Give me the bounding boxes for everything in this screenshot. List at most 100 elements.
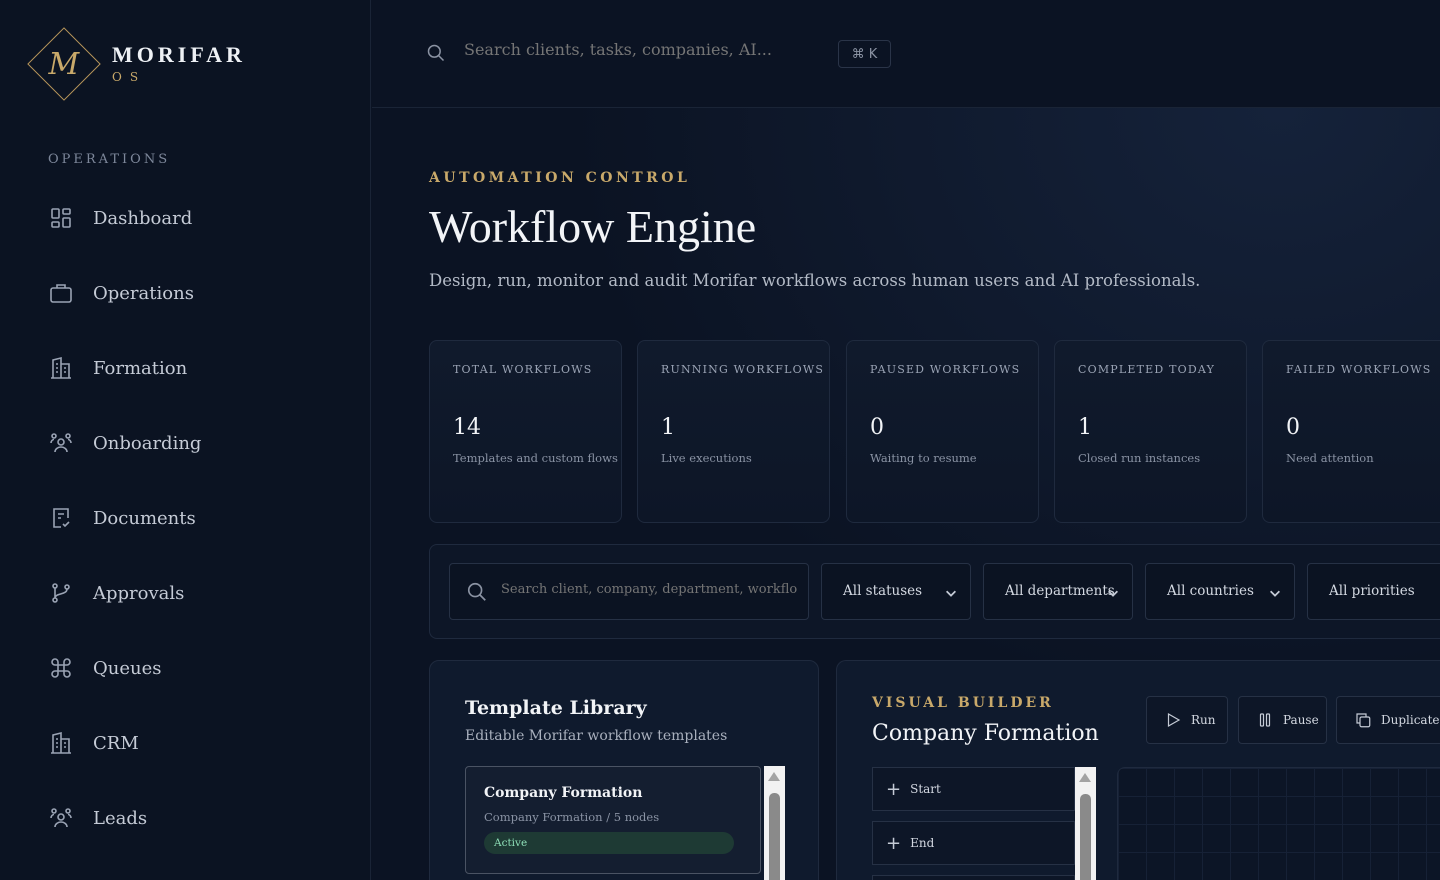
stat-desc: Waiting to resume [870, 451, 977, 465]
sidebar-item-label: Queues [93, 657, 162, 679]
users-icon [48, 805, 74, 831]
plus-icon: + [886, 832, 902, 854]
stat-label: TOTAL WORKFLOWS [453, 363, 593, 376]
department-select-value: All departments [1005, 583, 1115, 599]
template-library-card: Template Library Editable Morifar workfl… [429, 660, 819, 880]
stat-card-failed: FAILED WORKFLOWS 0 Need attention [1262, 340, 1440, 523]
sidebar-item-dashboard[interactable]: Dashboard [48, 198, 192, 238]
topbar: ⌘ K [372, 0, 1440, 108]
stat-card-running: RUNNING WORKFLOWS 1 Live executions [637, 340, 830, 523]
scroll-up-icon[interactable] [1079, 773, 1091, 782]
logo-monogram: M [48, 46, 80, 82]
duplicate-button[interactable]: Duplicate [1336, 696, 1440, 744]
document-check-icon [48, 505, 74, 531]
sidebar-item-leads[interactable]: Leads [48, 798, 147, 838]
pause-icon [1259, 713, 1271, 727]
nodes-scrollbar[interactable] [1075, 767, 1096, 880]
node-start[interactable]: + Start [872, 767, 1075, 811]
scroll-thumb[interactable] [769, 793, 780, 880]
template-name: Company Formation [484, 785, 643, 801]
sidebar-item-formation[interactable]: Formation [48, 348, 187, 388]
building-icon [48, 355, 74, 381]
nav-heading: OPERATIONS [48, 152, 171, 167]
briefcase-icon [48, 280, 74, 306]
node-end[interactable]: + End [872, 821, 1075, 865]
stat-label: FAILED WORKFLOWS [1286, 363, 1432, 376]
stat-desc: Live executions [661, 451, 752, 465]
sidebar-item-documents[interactable]: Documents [48, 498, 196, 538]
logo-mark: M [27, 27, 101, 101]
filter-search-input[interactable] [501, 582, 797, 597]
scroll-thumb[interactable] [1080, 794, 1091, 880]
sidebar-item-operations[interactable]: Operations [48, 273, 194, 313]
run-button[interactable]: Run [1146, 696, 1228, 744]
template-meta: Company Formation / 5 nodes [484, 810, 660, 824]
sidebar-item-label: Leads [93, 807, 148, 829]
stat-label: COMPLETED TODAY [1078, 363, 1216, 376]
pause-label: Pause [1283, 713, 1319, 727]
search-icon [467, 582, 486, 601]
sidebar-item-label: Dashboard [93, 207, 193, 229]
priority-select-value: All priorities [1329, 583, 1415, 599]
search-icon [426, 43, 446, 67]
country-select[interactable]: All countries [1145, 563, 1295, 620]
main-content: AUTOMATION CONTROL Workflow Engine Desig… [372, 108, 1440, 880]
stat-value: 0 [1286, 415, 1300, 440]
chevron-down-icon [1108, 590, 1118, 597]
status-badge: Active [484, 832, 734, 854]
stat-card-paused: PAUSED WORKFLOWS 0 Waiting to resume [846, 340, 1039, 523]
node-label: Start [910, 782, 941, 796]
sidebar-item-queues[interactable]: Queues [48, 648, 161, 688]
stat-label: PAUSED WORKFLOWS [870, 363, 1021, 376]
stat-card-total: TOTAL WORKFLOWS 14 Templates and custom … [429, 340, 622, 523]
stat-desc: Need attention [1286, 451, 1374, 465]
library-scrollbar[interactable] [764, 766, 785, 880]
play-icon [1167, 712, 1181, 728]
scroll-up-icon[interactable] [768, 772, 780, 781]
brand-logo[interactable]: M MORIFAR OS [27, 27, 246, 101]
country-select-value: All countries [1167, 583, 1254, 599]
sidebar-item-label: Approvals [93, 582, 185, 604]
library-subtitle: Editable Morifar workflow templates [465, 728, 728, 744]
sidebar-item-approvals[interactable]: Approvals [48, 573, 184, 613]
node-partial[interactable] [872, 875, 1075, 880]
dashboard-grid-icon [48, 205, 74, 231]
sidebar-item-label: Documents [93, 507, 196, 529]
sidebar-item-crm[interactable]: CRM [48, 723, 139, 763]
search-shortcut-badge: ⌘ K [838, 40, 891, 68]
library-title: Template Library [465, 697, 647, 719]
pause-button[interactable]: Pause [1238, 696, 1327, 744]
sidebar-item-label: Operations [93, 282, 194, 304]
building-icon [48, 730, 74, 756]
sidebar-item-label: Formation [93, 357, 188, 379]
template-item[interactable]: Company Formation Company Formation / 5 … [465, 766, 761, 874]
builder-title: Company Formation [872, 721, 1099, 746]
status-select[interactable]: All statuses [821, 563, 971, 620]
priority-select[interactable]: All priorities [1307, 563, 1440, 620]
copy-icon [1356, 713, 1371, 728]
global-search-input[interactable] [464, 40, 824, 59]
sidebar-item-label: CRM [93, 732, 139, 754]
builder-canvas[interactable] [1117, 767, 1440, 880]
stat-value: 0 [870, 415, 884, 440]
brand-sub: OS [112, 70, 147, 84]
plus-icon: + [886, 778, 902, 800]
page-eyebrow: AUTOMATION CONTROL [429, 170, 691, 186]
status-select-value: All statuses [843, 583, 923, 599]
stat-value: 1 [661, 415, 675, 440]
filter-bar: All statuses All departments All countri… [429, 544, 1440, 639]
sidebar: M MORIFAR OS OPERATIONS Dashboard Operat… [0, 0, 371, 880]
command-icon [48, 655, 74, 681]
stat-desc: Templates and custom flows [453, 451, 618, 465]
users-icon [48, 430, 74, 456]
stat-label: RUNNING WORKFLOWS [661, 363, 825, 376]
filter-search-box [449, 563, 809, 620]
page-subtitle: Design, run, monitor and audit Morifar w… [429, 271, 1201, 290]
sidebar-item-onboarding[interactable]: Onboarding [48, 423, 201, 463]
builder-eyebrow: VISUAL BUILDER [872, 695, 1054, 711]
department-select[interactable]: All departments [983, 563, 1133, 620]
sidebar-item-label: Onboarding [93, 432, 202, 454]
run-label: Run [1191, 713, 1216, 727]
node-label: End [910, 836, 935, 850]
stat-desc: Closed run instances [1078, 451, 1201, 465]
